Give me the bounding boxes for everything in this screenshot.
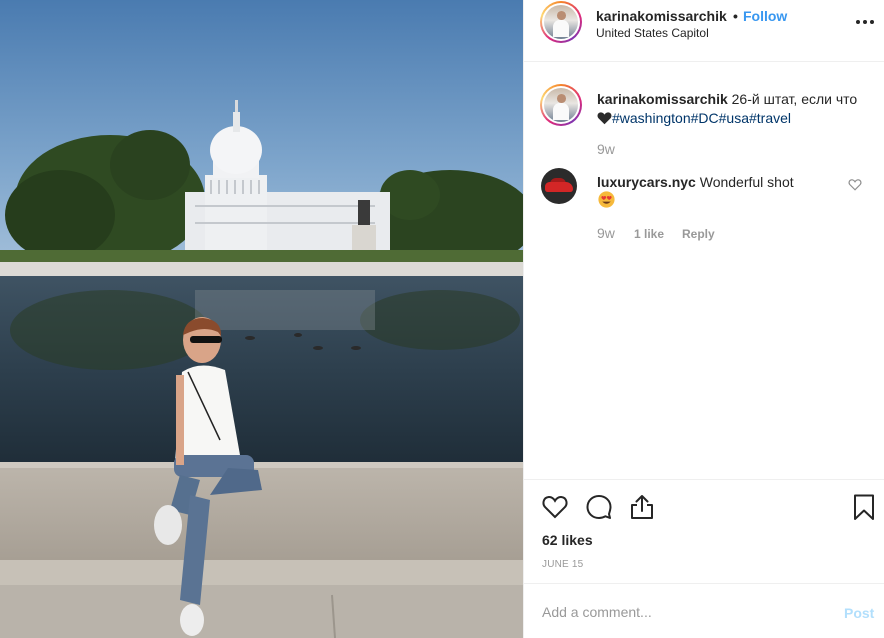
hashtag-usa[interactable]: #usa [719,110,749,126]
more-options-icon[interactable] [856,15,874,29]
caption-timestamp[interactable]: 9w [597,141,615,157]
reply-button[interactable]: Reply [682,227,715,241]
comment-timestamp[interactable]: 9w [597,225,634,241]
caption-avatar[interactable] [540,84,582,126]
caption-text: karinakomissarchik 26-й штат, если что #w… [597,90,867,128]
post-header: karinakomissarchik • Follow United State… [524,0,884,62]
caption-username[interactable]: karinakomissarchik [597,91,728,107]
post-detail-panel: karinakomissarchik • Follow United State… [523,0,884,638]
location-link[interactable]: United States Capitol [596,26,709,40]
comment-text: luxurycars.nyc Wonderful shot [597,173,837,192]
comment-body: Wonderful shot [695,174,794,190]
author-avatar[interactable] [540,1,582,43]
author-username[interactable]: karinakomissarchik [596,8,727,24]
post-date[interactable]: JUNE 15 [542,559,583,570]
comment-input[interactable] [542,601,832,623]
comment-bubble-icon[interactable] [585,493,613,521]
heart-outline-icon[interactable] [541,493,569,521]
commenter-avatar[interactable] [541,168,577,204]
caption-body: 26-й штат, если что [727,91,858,107]
bookmark-icon[interactable] [850,493,878,521]
post-actions: 62 likes JUNE 15 [524,479,884,583]
separator-dot: • [733,8,738,24]
post-comment-button[interactable]: Post [844,605,874,621]
post-photo[interactable] [0,0,523,638]
hashtag-washington[interactable]: #washington [612,110,691,126]
comment-likes[interactable]: 1 like [634,227,682,241]
black-heart-icon [597,112,612,125]
hashtag-travel[interactable]: #travel [749,110,791,126]
follow-button[interactable]: Follow [743,8,787,24]
commenter-username[interactable]: luxurycars.nyc [597,174,696,190]
add-comment-section: Post [524,583,884,638]
comment-meta: 9w 1 like Reply [597,225,715,241]
comment-like-heart-icon[interactable] [848,178,862,191]
share-icon[interactable] [628,493,656,521]
likes-count[interactable]: 62 likes [542,532,593,548]
hashtag-dc[interactable]: #DC [691,110,719,126]
comments-list[interactable]: karinakomissarchik 26-й штат, если что #w… [524,63,884,479]
heart-eyes-emoji-icon [598,191,615,208]
